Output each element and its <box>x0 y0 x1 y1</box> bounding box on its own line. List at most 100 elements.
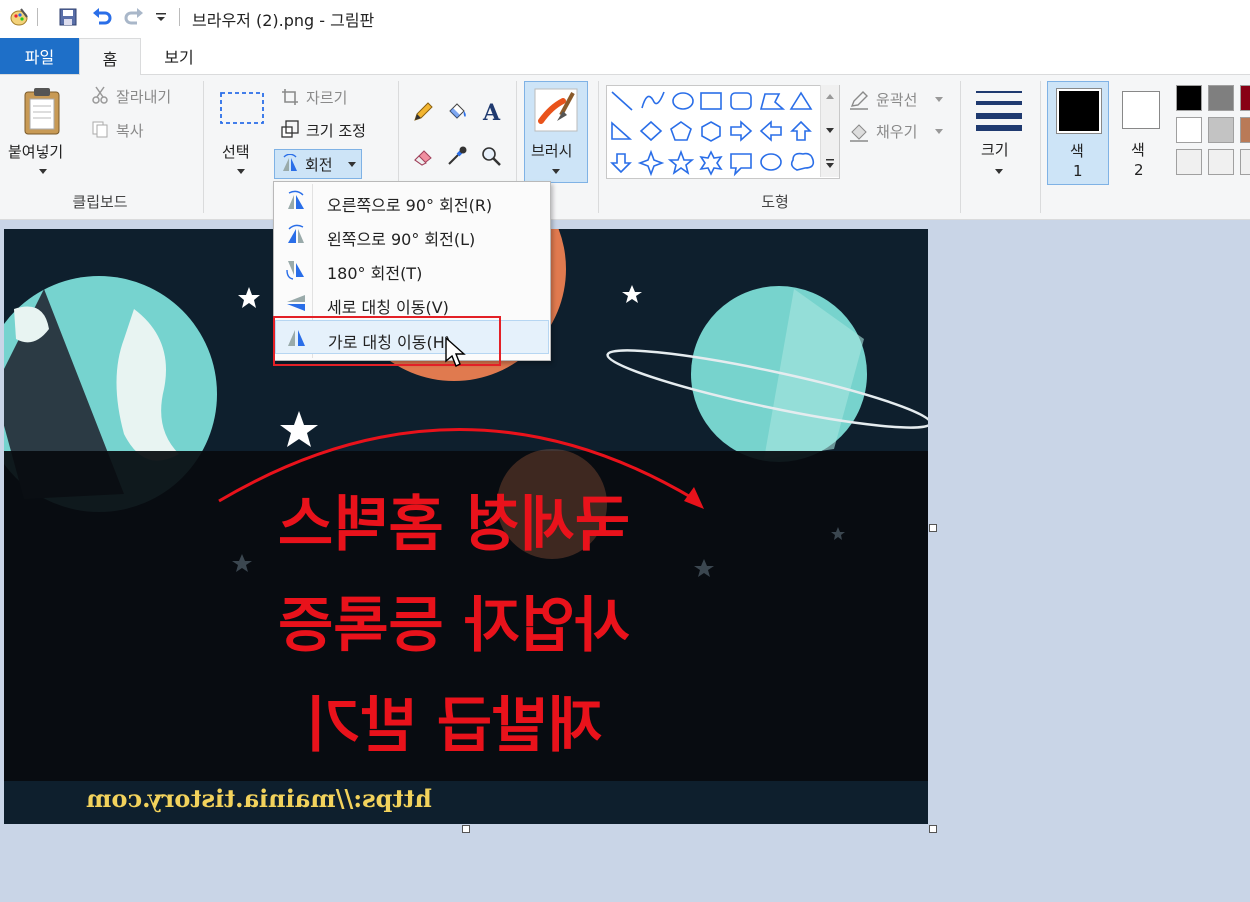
expand-gallery-icon[interactable] <box>824 157 836 169</box>
outline-button[interactable]: 윤곽선 <box>876 89 917 110</box>
color1-swatch <box>1059 91 1099 131</box>
rotate-label: 회전 <box>305 156 333 174</box>
color1-button[interactable]: 색 1 <box>1047 81 1109 185</box>
select-dropdown-icon[interactable] <box>234 165 248 177</box>
headline-line-2: 사업자 등록증 <box>277 591 631 661</box>
size-dropdown-icon[interactable] <box>992 165 1006 177</box>
ribbon: 붙여넣기 잘라내기 복사 클립보드 선택 자르기 크기 조정 회전 A 브러시 … <box>0 75 1250 220</box>
brushes-dropdown-icon <box>549 166 563 176</box>
cut-button[interactable]: 잘라내기 <box>116 86 171 107</box>
rotate-180-icon <box>283 258 309 280</box>
clipboard-group-label: 클립보드 <box>72 193 128 211</box>
outline-icon[interactable] <box>848 89 870 111</box>
menu-item-label: 왼쪽으로 90° 회전(L) <box>327 230 476 249</box>
palette-swatch[interactable] <box>1176 149 1202 175</box>
shapes-group-label: 도형 <box>761 193 789 211</box>
shape-fill-icon[interactable] <box>848 121 870 143</box>
magnifier-icon[interactable] <box>478 143 504 169</box>
canvas-url-text: https://mainia.tistory.com <box>86 784 432 813</box>
outline-dropdown-icon[interactable] <box>934 95 944 103</box>
brushes-button[interactable]: 브러시 <box>524 81 588 183</box>
copy-button[interactable]: 복사 <box>116 120 144 141</box>
shape-fill-dropdown-icon[interactable] <box>934 127 944 135</box>
save-icon[interactable] <box>56 6 80 28</box>
shape-fill-button[interactable]: 채우기 <box>876 121 917 142</box>
fill-icon[interactable] <box>444 99 470 125</box>
headline-line-1: 국세청 홈택스 <box>277 490 631 560</box>
menu-item-label: 오른쪽으로 90° 회전(R) <box>327 196 493 215</box>
color1-number: 1 <box>1073 162 1083 180</box>
mouse-cursor-icon <box>444 336 466 368</box>
window-title: 브라우저 (2).png - 그림판 <box>192 11 375 30</box>
select-icon[interactable] <box>216 89 268 129</box>
select-button[interactable]: 선택 <box>222 141 250 162</box>
color-palette <box>1172 83 1250 183</box>
group-divider <box>598 81 599 213</box>
group-divider <box>203 81 204 213</box>
palette-swatch[interactable] <box>1208 149 1234 175</box>
rotate-right-icon <box>283 190 309 212</box>
palette-swatch[interactable] <box>1240 85 1250 111</box>
color1-label: 색 <box>1070 142 1084 160</box>
resize-icon[interactable] <box>280 119 300 139</box>
pencil-icon[interactable] <box>410 99 436 125</box>
rotate-dropdown-icon <box>347 160 357 168</box>
palette-swatch[interactable] <box>1176 117 1202 143</box>
cut-icon[interactable] <box>90 85 110 105</box>
paint-app-icon[interactable] <box>8 6 30 28</box>
menu-item-rotate-180[interactable]: 180° 회전(T) <box>275 252 549 286</box>
brushes-label: 브러시 <box>531 142 573 160</box>
tab-view[interactable]: 보기 <box>139 38 219 74</box>
menu-item-label: 세로 대칭 이동(V) <box>327 298 449 317</box>
rotate-icon <box>279 154 301 174</box>
menu-item-label: 180° 회전(T) <box>327 264 423 283</box>
palette-swatch[interactable] <box>1240 149 1250 175</box>
resize-handle-right[interactable] <box>929 524 937 532</box>
group-divider <box>960 81 961 213</box>
tab-file[interactable]: 파일 <box>0 38 79 74</box>
rotate-button[interactable]: 회전 <box>274 149 362 179</box>
undo-icon[interactable] <box>90 6 114 28</box>
flip-vertical-icon <box>283 292 309 314</box>
redo-icon[interactable] <box>122 6 146 28</box>
customize-dropdown-icon[interactable] <box>152 6 170 28</box>
palette-swatch[interactable] <box>1208 85 1234 111</box>
menu-item-rotate-left-90[interactable]: 왼쪽으로 90° 회전(L) <box>275 218 549 252</box>
crop-button[interactable]: 자르기 <box>306 87 347 108</box>
color2-label[interactable]: 색 <box>1131 139 1145 160</box>
color-picker-icon[interactable] <box>444 143 470 169</box>
shapes-grid-icon[interactable] <box>607 86 839 178</box>
headline-line-3: 재발급 받기 <box>305 691 603 761</box>
scroll-up-icon[interactable] <box>824 91 836 101</box>
ribbon-tabs: 파일 홈 보기 <box>0 38 1250 76</box>
shapes-scrollbar[interactable] <box>820 85 839 177</box>
highlight-annotation-box <box>273 316 501 366</box>
text-icon[interactable]: A <box>478 97 506 125</box>
palette-swatch[interactable] <box>1176 85 1202 111</box>
paste-button[interactable]: 붙여넣기 <box>8 141 63 162</box>
color2-number: 2 <box>1134 161 1144 179</box>
palette-swatch[interactable] <box>1240 117 1250 143</box>
resize-handle-corner[interactable] <box>929 825 937 833</box>
rotate-left-icon <box>283 224 309 246</box>
size-button[interactable]: 크기 <box>981 139 1009 160</box>
shapes-gallery[interactable] <box>606 85 840 179</box>
crop-icon[interactable] <box>280 87 300 107</box>
menu-item-rotate-right-90[interactable]: 오른쪽으로 90° 회전(R) <box>275 184 549 218</box>
menu-item-flip-vertical[interactable]: 세로 대칭 이동(V) <box>275 286 549 320</box>
copy-icon[interactable] <box>90 119 110 139</box>
eraser-icon[interactable] <box>410 143 436 169</box>
resize-button[interactable]: 크기 조정 <box>306 120 366 141</box>
resize-handle-bottom[interactable] <box>462 825 470 833</box>
palette-swatch[interactable] <box>1208 117 1234 143</box>
size-icon[interactable] <box>972 85 1026 133</box>
tab-home[interactable]: 홈 <box>79 38 141 76</box>
paste-dropdown-icon[interactable] <box>36 165 50 177</box>
group-divider <box>1040 81 1041 213</box>
paste-icon[interactable] <box>20 85 66 137</box>
color2-swatch[interactable] <box>1122 91 1160 129</box>
svg-text:A: A <box>482 100 501 123</box>
scroll-down-icon[interactable] <box>824 125 836 135</box>
title-bar: 브라우저 (2).png - 그림판 <box>0 0 1250 38</box>
brush-icon <box>531 86 581 134</box>
